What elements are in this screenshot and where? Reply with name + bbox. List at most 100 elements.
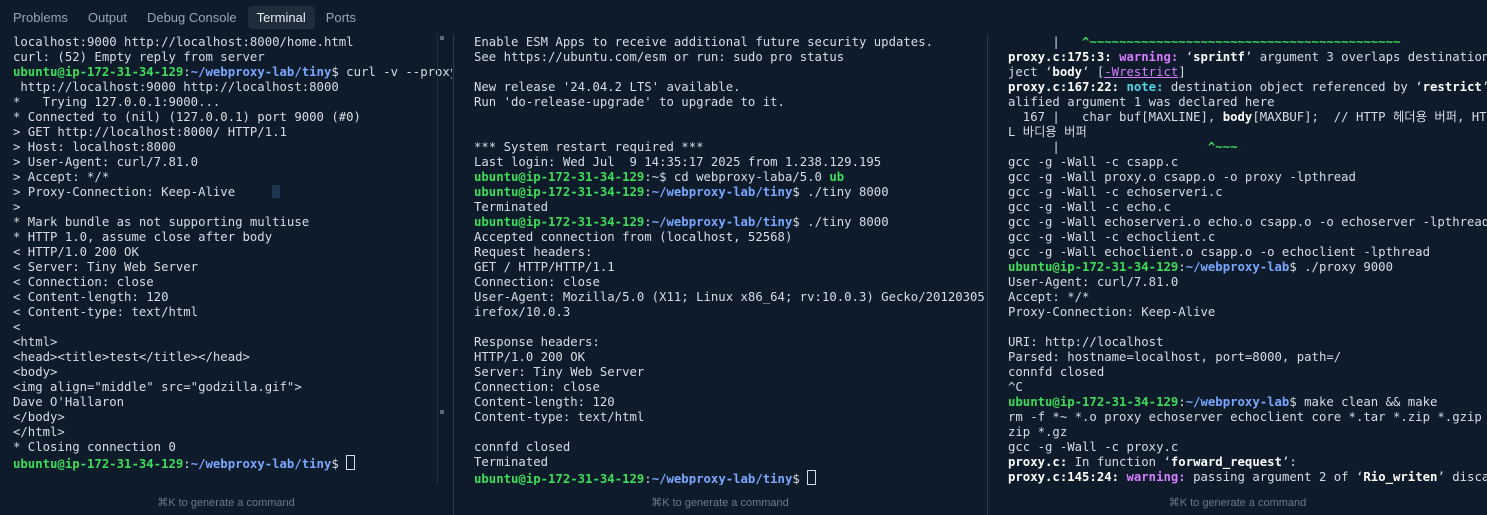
terminal-text: HTTP/1.0 200 OK [474,350,586,364]
terminal-text: : [644,472,652,485]
terminal-text: URI: http://localhost [1008,335,1164,349]
terminal-line: 167 | char buf[MAXLINE], body[MAXBUF]; /… [1008,110,1487,125]
terminal-text: connfd closed [1008,365,1105,379]
terminal-line: <head><title>test</title></head> [13,350,452,365]
terminal-text: Response headers: [474,335,600,349]
terminal-text: : [183,65,191,79]
terminal-line: > [13,200,452,215]
terminal-text: proxy.c:145:24: [1008,470,1127,484]
terminal-text: User-Agent: Mozilla/5.0 (X11; Linux x86_… [474,290,986,304]
terminal-line: < Server: Tiny Web Server [13,260,452,275]
terminal-text: $ make clean && make [1289,395,1438,409]
terminal-output[interactable]: | ^~~~~~~~~~~~~~~~~~~~~~~~~~~~~~~~~~~~~~… [988,34,1487,485]
terminal-text: gcc -g -Wall -c csapp.c [1008,155,1179,169]
terminal-line: Enable ESM Apps to receive additional fu… [474,35,986,50]
terminal-text: * Mark bundle as not supporting multiuse [13,215,310,229]
terminal-text: Proxy-Connection: Keep-Alive [1008,305,1216,319]
terminal-pane-tiny-client[interactable]: localhost:9000 http://localhost:8000/hom… [0,34,452,515]
terminal-text: < HTTP/1.0 200 OK [13,245,139,259]
terminal-line: connfd closed [474,440,986,455]
tab-output[interactable]: Output [79,6,136,29]
terminal-text: http://localhost:9000 http://localhost:8… [13,80,339,94]
terminal-text: Accept: */* [1008,290,1090,304]
terminal-text: < Connection: close [13,275,154,289]
terminal-line: gcc -g -Wall -c csapp.c [1008,155,1487,170]
generate-command-hint[interactable]: ⌘K to generate a command [988,496,1487,509]
terminal-cursor[interactable] [346,455,356,470]
terminal-pane-proxy[interactable]: | ^~~~~~~~~~~~~~~~~~~~~~~~~~~~~~~~~~~~~~… [987,34,1487,515]
terminal-line: proxy.c: In function ‘forward_request’: [1008,455,1487,470]
terminal-line: Content-type: text/html [474,410,986,425]
terminal-text: body [1052,65,1083,79]
terminal-line: < HTTP/1.0 200 OK [13,245,452,260]
terminal-line: zip *.gz [1008,425,1487,440]
terminal-text: Accepted connection from (localhost, 525… [474,230,793,244]
tab-terminal[interactable]: Terminal [247,5,315,29]
terminal-line: Content-length: 120 [474,395,986,410]
terminal-text: connfd closed [474,440,571,454]
terminal-text: <html> [13,335,58,349]
terminal-text: [MAXBUF]; // HTTP 헤더용 버퍼, HTM [1252,110,1487,124]
terminal-text: $ [792,472,808,485]
terminal-text: Connection: close [474,380,600,394]
terminal-line: <body> [13,365,452,380]
prompt-path: ~/webproxy-lab/tiny [651,185,793,199]
terminal-text: destination object referenced by ‘ [1170,80,1423,94]
terminal-line: > Host: localhost:8000 [13,140,452,155]
selection-highlight [272,185,281,198]
generate-command-hint[interactable]: ⌘K to generate a command [454,496,986,509]
terminal-text: Run 'do-release-upgrade' to upgrade to i… [474,95,785,109]
prompt-user: ubuntu@ip-172-31-34-129 [13,457,184,471]
terminal-output[interactable]: Enable ESM Apps to receive additional fu… [454,34,986,485]
terminal-line: | ^~~~~~~~~~~~~~~~~~~~~~~~~~~~~~~~~~~~~~… [1008,35,1487,50]
generate-command-hint[interactable]: ⌘K to generate a command [0,496,452,509]
terminal-text: Request headers: [474,245,593,259]
terminal-scrollbar[interactable] [437,34,452,485]
terminal-text: *** System restart required *** [474,140,704,154]
prompt-path: ~/webproxy-lab/tiny [190,65,332,79]
prompt-path: ~/webproxy-lab [1185,260,1290,274]
terminal-line: < Content-type: text/html [13,305,452,320]
terminal-text: | [1008,140,1208,154]
terminal-text: warning: [1119,50,1186,64]
terminal-line: Accept: */* [1008,290,1487,305]
terminal-text: gcc -g -Wall proxy.o csapp.o -o proxy -l… [1008,170,1356,184]
terminal-text: * Connected to (nil) (127.0.0.1) port 90… [13,110,361,124]
tab-problems[interactable]: Problems [4,6,77,29]
terminal-pane-tiny-server[interactable]: Enable ESM Apps to receive additional fu… [453,34,986,515]
terminal-text: warning: [1126,470,1194,484]
terminal-text: proxy.c: [1008,455,1075,469]
terminal-text: > Host: localhost:8000 [13,140,176,154]
terminal-text: ject ‘ [1008,65,1053,79]
terminal-text: <img align="middle" src="godzilla.gif"> [13,380,302,394]
terminal-text: <body> [13,365,58,379]
terminal-output[interactable]: localhost:9000 http://localhost:8000/hom… [0,34,452,485]
terminal-line: See https://ubuntu.com/esm or run: sudo … [474,50,986,65]
terminal-text: $ ./tiny 8000 [792,215,889,229]
prompt-user: ubuntu@ip-172-31-34-129 [474,472,645,485]
terminal-line: Terminated [474,455,986,470]
prompt-path: ~/webproxy-lab/tiny [651,215,793,229]
prompt-user: ubuntu@ip-172-31-34-129 [1008,395,1179,409]
terminal-line: ubuntu@ip-172-31-34-129:~/webproxy-lab/t… [474,470,986,485]
tab-ports[interactable]: Ports [317,6,365,29]
terminal-line: * HTTP 1.0, assume close after body [13,230,452,245]
terminal-line: </html> [13,425,452,440]
terminal-line: Dave O'Hallaron [13,395,452,410]
terminal-text: note: [1126,80,1171,94]
terminal-text: New release '24.04.2 LTS' available. [474,80,741,94]
terminal-text: | [1008,35,1083,49]
prompt-user: ubuntu@ip-172-31-34-129 [13,65,184,79]
terminal-text: < Server: Tiny Web Server [13,260,199,274]
terminal-text: ^~~~ [1207,140,1238,154]
terminal-line: * Trying 127.0.0.1:9000... [13,95,452,110]
prompt-path: ~/webproxy-lab/tiny [190,457,332,471]
tab-debug-console[interactable]: Debug Console [138,6,246,29]
prompt-path: ~/webproxy-lab [1185,395,1290,409]
terminal-text: localhost:9000 http://localhost:8000/hom… [13,35,354,49]
terminal-line: * Connected to (nil) (127.0.0.1) port 90… [13,110,452,125]
terminal-cursor[interactable] [807,470,817,485]
terminal-text: gcc -g -Wall -c proxy.c [1008,440,1179,454]
terminal-line: Connection: close [474,380,986,395]
terminal-line: Last login: Wed Jul 9 14:35:17 2025 from… [474,155,986,170]
